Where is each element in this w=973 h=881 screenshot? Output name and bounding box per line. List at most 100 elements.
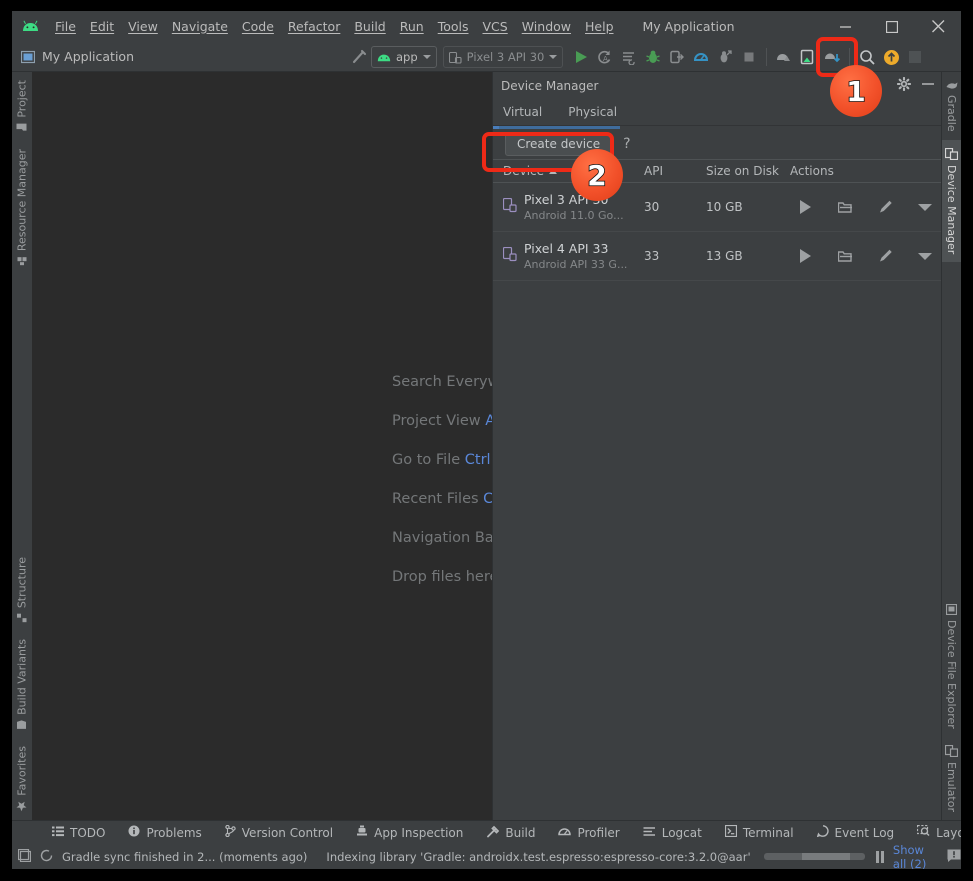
tool-window-build[interactable]: Build (486, 825, 535, 841)
version-control-icon (225, 824, 236, 840)
tool-window-terminal[interactable]: Terminal (724, 824, 794, 840)
run-configuration-selector[interactable]: app (371, 46, 437, 68)
tool-window-version-control[interactable]: Version Control (225, 824, 333, 840)
menu-item-view[interactable]: View (121, 17, 165, 37)
sidebar-label-build-variants: Build Variants (15, 639, 29, 716)
menu-item-vcs[interactable]: VCS (476, 17, 515, 37)
device-size-cell: 10 GB (696, 200, 780, 214)
dropdown-icon[interactable] (918, 252, 932, 260)
menu-bar: File Edit View Navigate Code Refactor Bu… (12, 11, 961, 42)
toolbar-right-group: app Pixel 3 API 30 A (347, 42, 927, 72)
status-sync-text[interactable]: Gradle sync finished in 2... (moments ag… (62, 850, 307, 864)
tool-window-app-inspection[interactable]: App Inspection (356, 825, 463, 840)
menu-item-file[interactable]: File (48, 17, 83, 37)
notification-icon[interactable] (947, 847, 961, 866)
sidebar-item-device-manager[interactable]: Device Manager (942, 139, 961, 262)
avd-manager-icon[interactable] (772, 45, 796, 69)
status-bar: Gradle sync finished in 2... (moments ag… (12, 843, 961, 870)
tool-window-layout-inspector[interactable]: Layout Inspector (917, 824, 961, 840)
stop-icon[interactable] (737, 45, 761, 69)
status-indexing-text: Indexing library 'Gradle: androidx.test.… (326, 849, 751, 864)
menu-item-help[interactable]: Help (578, 17, 621, 37)
sidebar-item-emulator[interactable]: Emulator (942, 737, 961, 820)
tool-window-profiler[interactable]: Profiler (558, 825, 620, 840)
sidebar-item-resource-manager[interactable]: Resource Manager (12, 141, 32, 274)
tool-window-logcat[interactable]: Logcat (643, 826, 702, 840)
settings-icon[interactable] (903, 45, 927, 69)
column-header-actions[interactable]: Actions (780, 164, 941, 178)
debug-icon[interactable] (641, 45, 665, 69)
device-manager-toolbar-icon[interactable] (796, 45, 820, 69)
refresh-spinner-icon (40, 847, 53, 866)
virtual-device-icon (502, 246, 517, 266)
menu-code-label: Code (241, 18, 274, 34)
tool-window-problems[interactable]: Problems (128, 825, 202, 840)
toolbar-divider-2 (849, 48, 851, 66)
tool-window-label: Build (505, 825, 536, 840)
device-table-header: Device API Size on Disk Actions (493, 159, 941, 183)
table-row[interactable]: Pixel 4 API 33 Android API 33 G... 33 13… (493, 232, 941, 281)
menu-item-window[interactable]: Window (515, 17, 578, 37)
tab-virtual[interactable]: Virtual (503, 105, 542, 119)
sidebar-item-favorites[interactable]: Favorites (12, 738, 32, 820)
app-inspection-icon (356, 825, 368, 840)
device-size: 13 GB (706, 249, 743, 263)
menu-item-edit[interactable]: Edit (83, 17, 121, 37)
run-with-coverage-icon[interactable] (713, 45, 737, 69)
menu-item-refactor[interactable]: Refactor (281, 17, 347, 37)
minimize-window-button[interactable] (823, 11, 869, 42)
minimize-icon[interactable] (921, 76, 935, 95)
run-icon[interactable] (569, 45, 593, 69)
menu-item-run[interactable]: Run (393, 17, 431, 37)
menu-item-code[interactable]: Code (235, 17, 281, 37)
editor-area[interactable]: Search Everywhere Project View Al Go to … (32, 72, 532, 820)
main-body: Project Resource Manager Structure Build (12, 72, 961, 820)
window-icon[interactable] (17, 847, 32, 866)
device-target-selector[interactable]: Pixel 3 API 30 (442, 46, 564, 68)
close-window-button[interactable] (915, 11, 961, 42)
edit-pencil-icon[interactable] (878, 199, 892, 215)
build-hammer-icon (486, 825, 500, 841)
android-studio-window: File Edit View Navigate Code Refactor Bu… (12, 11, 961, 869)
edit-pencil-icon[interactable] (878, 248, 892, 264)
update-icon[interactable] (879, 45, 903, 69)
chevron-down-icon (422, 55, 431, 59)
maximize-window-button[interactable] (869, 11, 915, 42)
column-header-size-on-disk[interactable]: Size on Disk (696, 164, 780, 178)
device-api-cell: 30 (634, 200, 696, 214)
sidebar-item-device-file-explorer[interactable]: Device File Explorer (942, 596, 961, 737)
folder-icon[interactable] (838, 201, 852, 214)
profiler-icon[interactable] (689, 45, 713, 69)
show-all-link[interactable]: Show all (2) (893, 843, 938, 870)
help-icon[interactable]: ? (623, 136, 630, 152)
tab-physical[interactable]: Physical (568, 105, 617, 119)
rerun-icon[interactable]: A (593, 45, 617, 69)
gear-icon[interactable] (896, 76, 912, 95)
tool-window-todo[interactable]: TODO (52, 826, 105, 840)
attach-debugger-icon[interactable] (665, 45, 689, 69)
tab-active-underline (493, 126, 941, 129)
menu-item-navigate[interactable]: Navigate (165, 17, 235, 37)
sidebar-item-gradle[interactable]: Gradle (942, 72, 961, 140)
sdk-manager-icon[interactable] (820, 45, 844, 69)
menu-item-build[interactable]: Build (347, 17, 392, 37)
sidebar-item-structure[interactable]: Structure (12, 549, 32, 631)
launch-icon[interactable] (798, 200, 812, 214)
sidebar-item-build-variants[interactable]: Build Variants (12, 631, 32, 738)
column-header-api[interactable]: API (634, 164, 696, 178)
device-manager-panel: Device Manager Virtual Physical Create d… (492, 72, 941, 820)
menu-refactor-label: Refactor (287, 18, 341, 34)
apply-changes-icon[interactable] (617, 45, 641, 69)
window-title: My Application (642, 19, 735, 34)
launch-icon[interactable] (798, 249, 812, 263)
sidebar-item-project[interactable]: Project (12, 72, 32, 141)
hammer-build-icon[interactable] (347, 45, 371, 69)
folder-icon[interactable] (838, 250, 852, 263)
tool-window-event-log[interactable]: Event Log (816, 825, 894, 840)
menu-edit-label: Edit (89, 18, 115, 34)
tool-window-bar: TODO Problems Version Control App Inspec… (12, 820, 961, 844)
pause-icon[interactable] (875, 850, 884, 863)
dropdown-icon[interactable] (918, 203, 932, 211)
table-row[interactable]: Pixel 3 API 30 Android 11.0 Go... 30 10 … (493, 183, 941, 232)
menu-item-tools[interactable]: Tools (431, 17, 476, 37)
